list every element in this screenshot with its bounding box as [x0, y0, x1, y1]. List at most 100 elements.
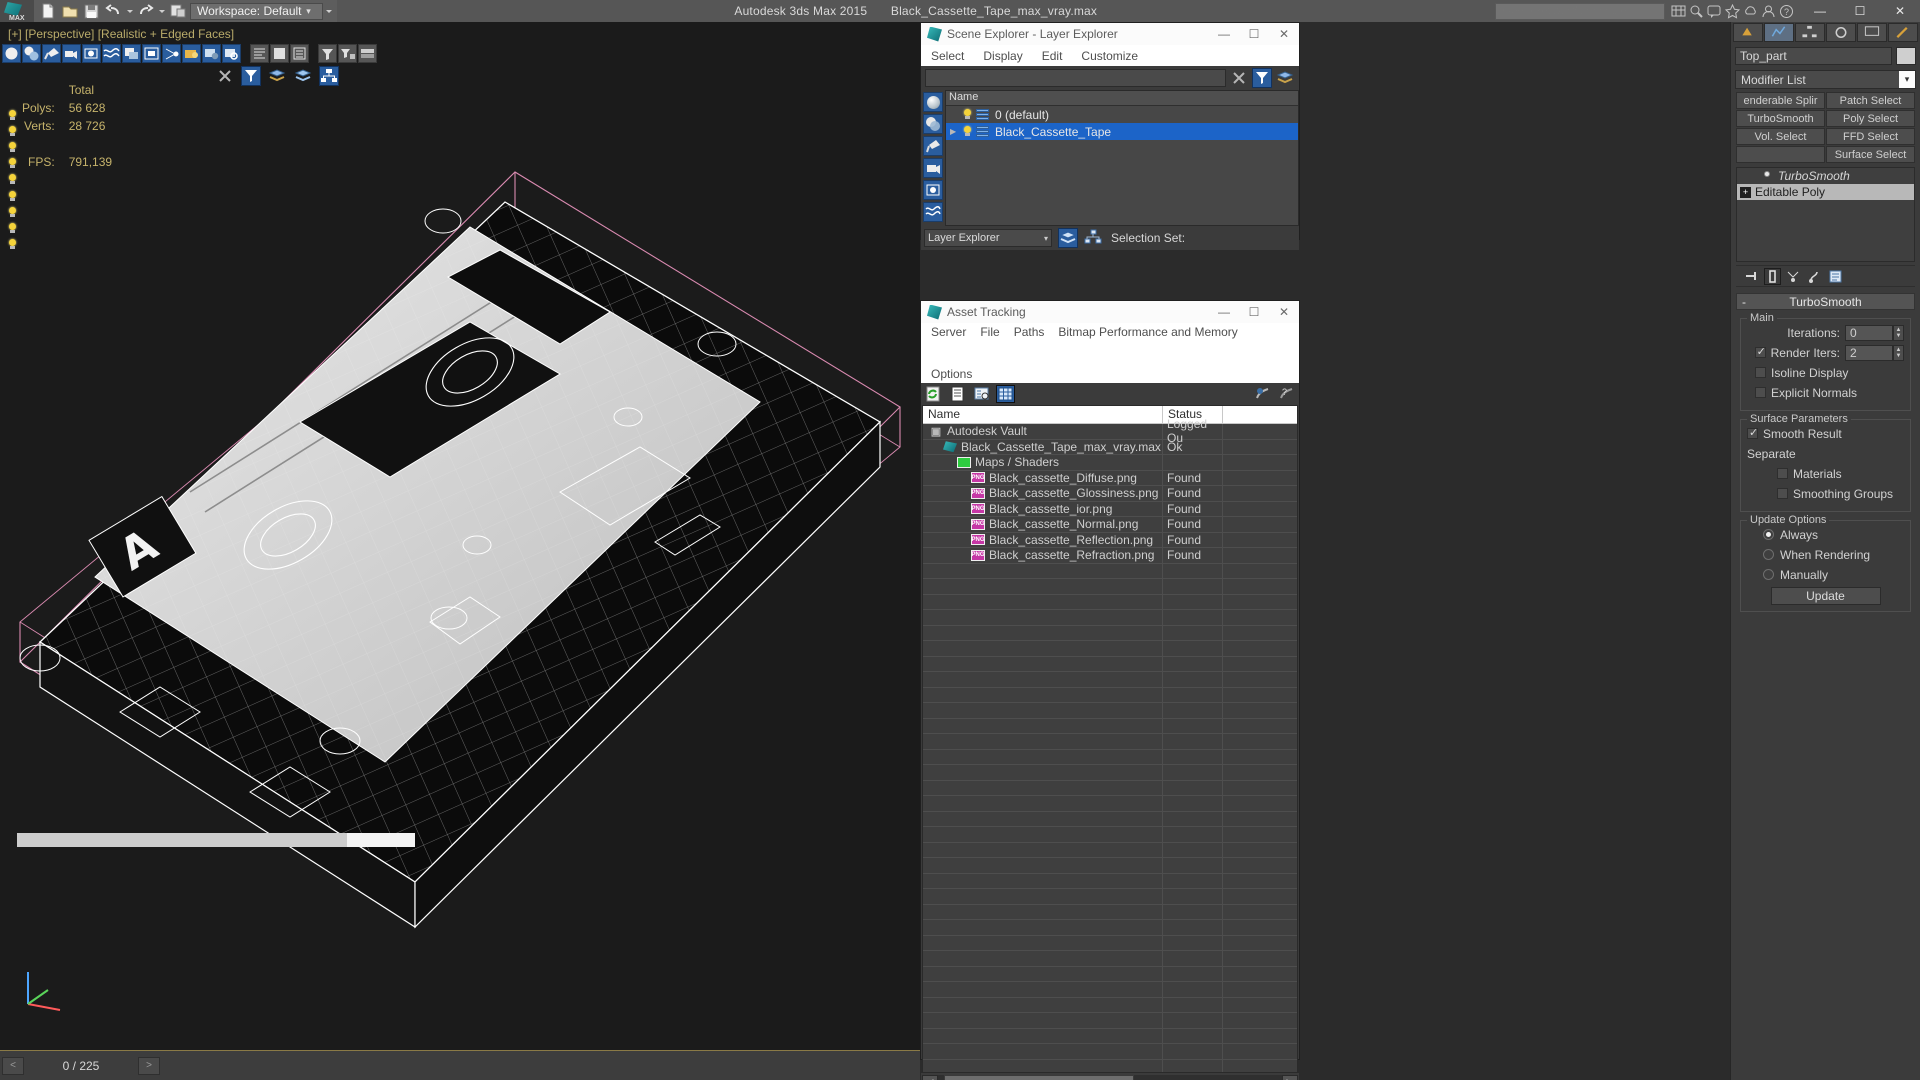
- filter-spacewarps-icon[interactable]: [923, 202, 943, 222]
- asset-tracking-grid[interactable]: Name Status ▣ Autodesk Vault Logged Ou Blac…: [922, 405, 1298, 1073]
- next-frame-button[interactable]: >: [138, 1056, 160, 1075]
- filter-icon[interactable]: [240, 66, 261, 86]
- modifier-button[interactable]: TurboSmooth: [1736, 110, 1825, 127]
- tab-modify[interactable]: [1764, 23, 1794, 42]
- object-name-row[interactable]: Top_part: [1731, 44, 1920, 68]
- smoothing-groups-row[interactable]: Smoothing Groups: [1747, 485, 1904, 502]
- filter-xrefs-icon[interactable]: [142, 43, 161, 63]
- isoline-display-checkbox[interactable]: [1755, 367, 1766, 378]
- modifier-button[interactable]: Patch Select: [1826, 92, 1915, 109]
- menu-customize[interactable]: Customize: [1081, 49, 1138, 63]
- layer-options-icon[interactable]: [1275, 68, 1295, 88]
- star-icon[interactable]: [1724, 3, 1741, 19]
- redo-dropdown-icon[interactable]: [158, 2, 166, 20]
- filter-cameras-icon[interactable]: [62, 43, 81, 63]
- update-always-radio[interactable]: [1763, 529, 1774, 540]
- update-manually-row[interactable]: Manually: [1747, 566, 1904, 583]
- filter-funnel-icon[interactable]: [318, 43, 337, 63]
- filter-settings-icon[interactable]: [202, 43, 221, 63]
- viewport[interactable]: A [+] [Perspective] [Realistic + Edged F…: [0, 22, 920, 1050]
- scroll-left-button[interactable]: ◀: [922, 1074, 938, 1080]
- render-iters-checkbox[interactable]: [1754, 345, 1766, 358]
- filter-lights-icon[interactable]: [42, 43, 61, 63]
- qat-overflow-icon[interactable]: [325, 2, 333, 20]
- rollout-header[interactable]: - TurboSmooth: [1736, 293, 1915, 310]
- chevron-down-icon[interactable]: ▾: [1899, 71, 1915, 88]
- object-color-swatch[interactable]: [1896, 47, 1916, 65]
- expand-plus-icon[interactable]: +: [1740, 186, 1751, 198]
- scene-explorer-filter-sidebar[interactable]: »: [921, 90, 945, 241]
- scroll-track[interactable]: [938, 1074, 1282, 1080]
- filter-helpers-icon[interactable]: [923, 180, 943, 200]
- make-unique-icon[interactable]: [1786, 269, 1801, 284]
- layer-row-black-cassette-tape[interactable]: ▶ Black_Cassette_Tape: [946, 123, 1298, 140]
- cloud-icon[interactable]: [1743, 4, 1758, 19]
- update-manually-radio[interactable]: [1763, 569, 1774, 580]
- modifier-stack[interactable]: TurboSmooth + Editable Poly: [1736, 167, 1915, 262]
- smoothing-groups-checkbox[interactable]: [1777, 488, 1788, 499]
- refresh-icon[interactable]: [925, 386, 942, 402]
- tab-utilities[interactable]: [1888, 23, 1918, 42]
- light-bulb-icon[interactable]: [7, 141, 18, 154]
- maximize-button[interactable]: ☐: [1840, 0, 1880, 22]
- menu-paths[interactable]: Paths: [1014, 325, 1045, 339]
- chevron-down-icon[interactable]: ▾: [1044, 234, 1048, 243]
- user-icon[interactable]: [1761, 4, 1776, 19]
- table-row[interactable]: PNG Black_cassette_Normal.png Found: [923, 517, 1297, 533]
- light-bulb-icon[interactable]: [962, 125, 973, 138]
- modifier-button[interactable]: FFD Select: [1826, 128, 1915, 145]
- filter-shapes-icon[interactable]: [22, 43, 41, 63]
- modifier-stack-item[interactable]: TurboSmooth: [1737, 168, 1914, 184]
- search-input[interactable]: [1495, 2, 1665, 20]
- menu-server[interactable]: Server: [931, 325, 966, 339]
- workspace-dropdown-icon[interactable]: ▾: [302, 6, 316, 17]
- clear-search-icon[interactable]: [1229, 68, 1249, 88]
- update-when-rendering-row[interactable]: When Rendering: [1747, 546, 1904, 563]
- light-bulb-icon[interactable]: [7, 222, 18, 235]
- menu-file[interactable]: File: [980, 325, 999, 339]
- minimize-button[interactable]: —: [1800, 0, 1840, 22]
- table-row[interactable]: PNG Black_cassette_Refraction.png Found: [923, 548, 1297, 564]
- filter-cameras-icon[interactable]: [923, 158, 943, 178]
- hierarchy-view-icon[interactable]: [1084, 228, 1104, 248]
- clear-search-icon[interactable]: [215, 66, 235, 86]
- redo-icon[interactable]: [136, 2, 156, 20]
- table-row[interactable]: PNG Black_cassette_Glossiness.png Found: [923, 486, 1297, 502]
- add-asset-icon[interactable]: [1254, 386, 1271, 402]
- modifier-button[interactable]: Vol. Select: [1736, 128, 1825, 145]
- modifier-button[interactable]: enderable Splir: [1736, 92, 1825, 109]
- asset-tracking-window[interactable]: Asset Tracking — ☐ ✕ Server File Paths B…: [920, 300, 1300, 1080]
- undo-dropdown-icon[interactable]: [126, 2, 134, 20]
- display-hierarchy-icon[interactable]: [290, 43, 309, 63]
- modifier-quick-buttons[interactable]: enderable Splir Patch Select TurboSmooth Po…: [1736, 92, 1915, 163]
- menu-edit[interactable]: Edit: [1042, 49, 1063, 63]
- window-controls[interactable]: — ☐ ✕: [1800, 0, 1920, 22]
- iterations-stepper[interactable]: 0 ▲ ▼: [1845, 324, 1904, 341]
- asset-tracking-close-button[interactable]: ✕: [1269, 301, 1299, 323]
- select-from-scene-hscrollbar[interactable]: < >: [3, 832, 429, 848]
- update-button[interactable]: Update: [1770, 587, 1881, 605]
- tab-create[interactable]: [1733, 23, 1763, 42]
- show-end-result-icon[interactable]: [1764, 267, 1781, 285]
- asset-tracking-toolbar[interactable]: ?: [921, 383, 1299, 405]
- open-file-icon[interactable]: [60, 2, 80, 20]
- tab-display[interactable]: [1857, 23, 1887, 42]
- table-row[interactable]: Black_Cassette_Tape_max_vray.max Ok: [923, 439, 1297, 455]
- iterations-value[interactable]: 0: [1845, 324, 1893, 341]
- menu-bitmap-performance[interactable]: Bitmap Performance and Memory: [1058, 325, 1237, 339]
- light-bulb-icon[interactable]: [7, 238, 18, 251]
- filter-funnel-settings-icon[interactable]: [338, 43, 357, 63]
- light-bulb-icon[interactable]: [7, 190, 18, 203]
- filter-spacewarps-icon[interactable]: [102, 43, 121, 63]
- light-bulb-icon[interactable]: [962, 108, 973, 121]
- scene-explorer-close-button[interactable]: ✕: [1269, 23, 1299, 45]
- display-list-icon[interactable]: [250, 43, 269, 63]
- iterations-row[interactable]: Iterations: 0 ▲ ▼: [1747, 324, 1904, 341]
- rollout-collapse-icon[interactable]: -: [1742, 295, 1746, 309]
- explorer-mode-combo[interactable]: Layer Explorer ▾: [924, 229, 1052, 247]
- light-bulb-icon[interactable]: [7, 125, 18, 138]
- asset-tracking-minimize-button[interactable]: —: [1209, 301, 1239, 323]
- quick-access-toolbar[interactable]: Workspace: Default ▾: [34, 0, 337, 22]
- grid-view-icon[interactable]: [996, 385, 1015, 403]
- render-iters-value[interactable]: 2: [1845, 344, 1893, 361]
